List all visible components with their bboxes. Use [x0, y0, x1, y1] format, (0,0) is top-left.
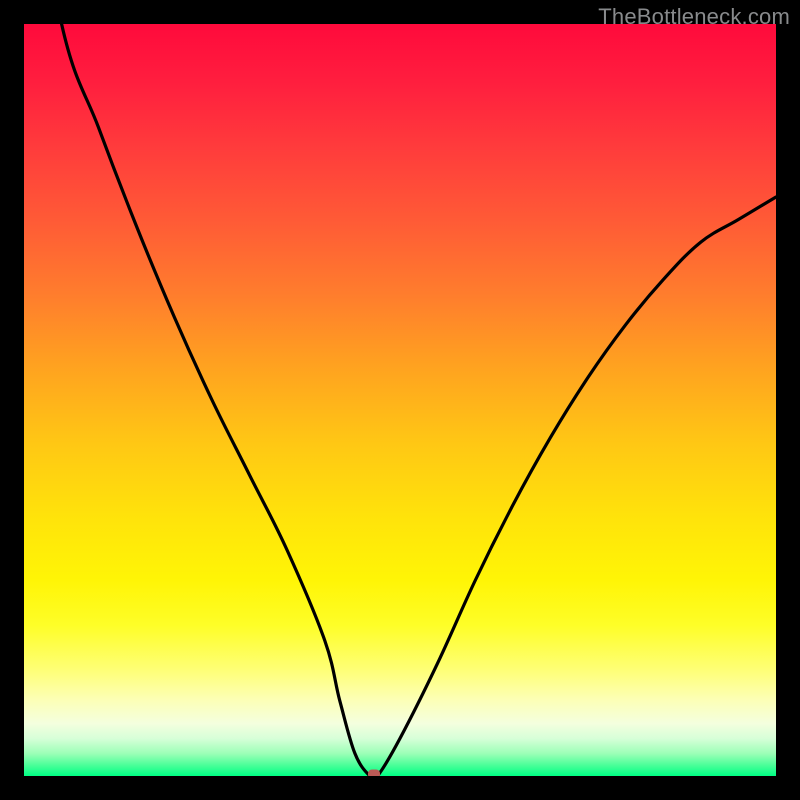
bottleneck-curve — [24, 24, 776, 776]
chart-frame: TheBottleneck.com — [0, 0, 800, 800]
plot-area — [24, 24, 776, 776]
optimal-point-marker — [368, 770, 380, 777]
watermark-text: TheBottleneck.com — [598, 4, 790, 30]
